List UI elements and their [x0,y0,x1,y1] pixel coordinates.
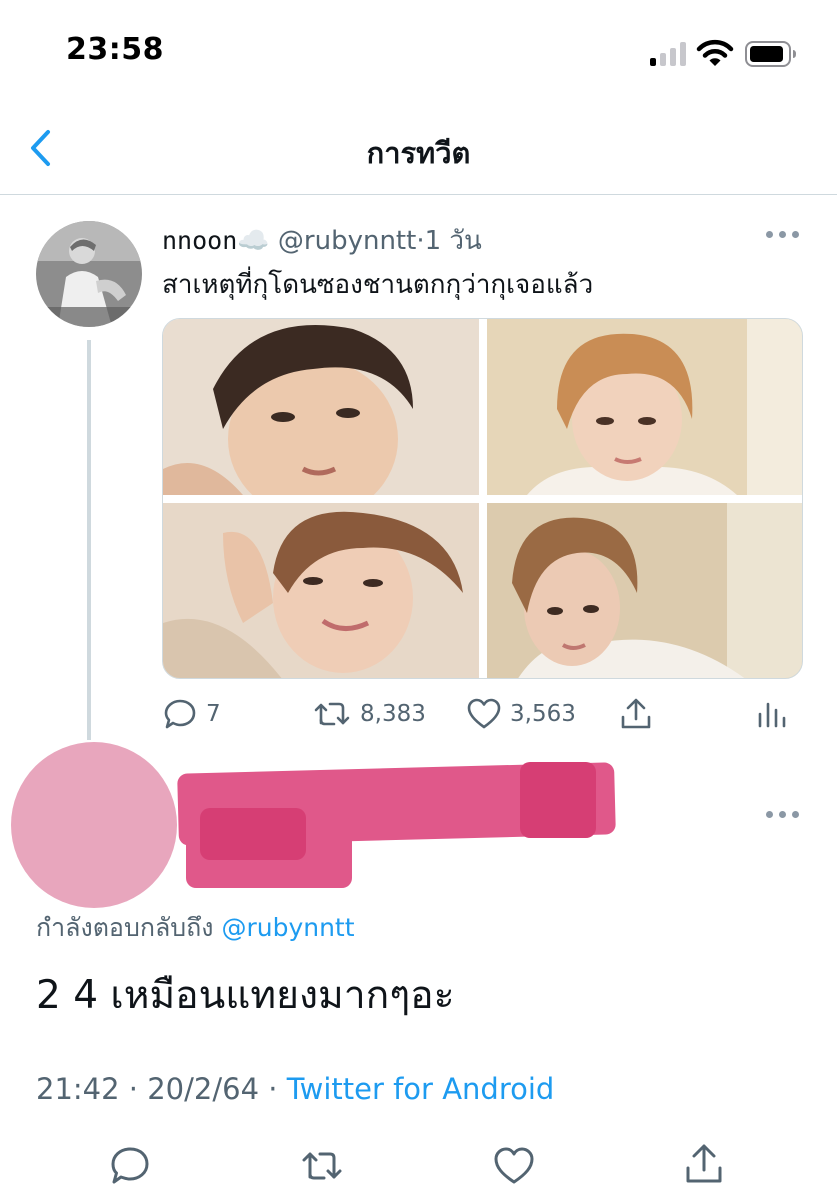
display-name[interactable]: nnoon [162,226,237,255]
retweet-icon [314,702,350,726]
tweet-header: nnoon☁️ @rubynntt·1 วัน [162,220,482,261]
nav-divider [0,194,837,195]
separator: · [128,1072,139,1106]
heart-icon [467,698,501,729]
signal-icon [650,42,686,66]
share-icon[interactable] [682,1142,726,1186]
more-icon[interactable] [766,808,800,822]
reply-count: 7 [206,701,221,727]
retweet-icon[interactable] [300,1144,344,1188]
avatar-redacted[interactable] [11,742,177,908]
like-action[interactable]: 3,563 [466,696,576,732]
retweet-action[interactable]: 8,383 [312,696,426,732]
like-count: 3,563 [510,701,576,727]
retweet-count: 8,383 [360,701,426,727]
replying-to-handle[interactable]: @rubynntt [221,913,354,942]
separator: · [416,226,425,256]
wifi-icon [696,39,734,66]
tweet-date: 20/2/64 [147,1072,260,1106]
battery-icon [745,41,796,67]
tweet-time: 1 วัน [424,226,482,256]
name-emoji: ☁️ [237,226,270,256]
avatar[interactable] [36,221,142,327]
tweet-time: 21:42 [36,1072,120,1106]
redaction-mark-accent [520,762,596,838]
reply-icon[interactable] [108,1144,152,1188]
page-title: การทวีต [366,136,471,170]
media-photo-4[interactable] [487,503,802,678]
redaction-mark-handle-accent [200,808,306,860]
share-icon [621,698,651,729]
tweet-source[interactable]: Twitter for Android [287,1072,555,1106]
reply-action[interactable]: 7 [162,696,221,732]
share-action[interactable] [618,696,654,732]
reply-tweet-text: 2 4 เหมือนแทยงมากๆอะ [36,973,455,1018]
reply-icon [164,699,196,729]
status-time: 23:58 [66,32,164,67]
analytics-icon [758,702,786,728]
media-grid [162,318,803,679]
tweet-text: สาเหตุที่กุโดนซองชานตกกุว่ากุเจอแล้ว [162,270,594,300]
handle[interactable]: @rubynntt [278,226,416,256]
heart-icon[interactable] [492,1144,536,1188]
media-photo-2[interactable] [487,319,802,495]
analytics-action[interactable] [752,696,788,732]
media-photo-1[interactable] [163,319,479,495]
separator: · [268,1072,278,1106]
media-photo-3[interactable] [163,503,479,678]
replying-to: กำลังตอบกลับถึง @rubynntt [36,908,355,948]
tweet-meta: 21:42 · 20/2/64 · Twitter for Android [36,1072,554,1106]
replying-to-prefix: กำลังตอบกลับถึง [36,913,214,942]
thread-line [87,340,91,740]
more-icon[interactable] [766,228,800,242]
